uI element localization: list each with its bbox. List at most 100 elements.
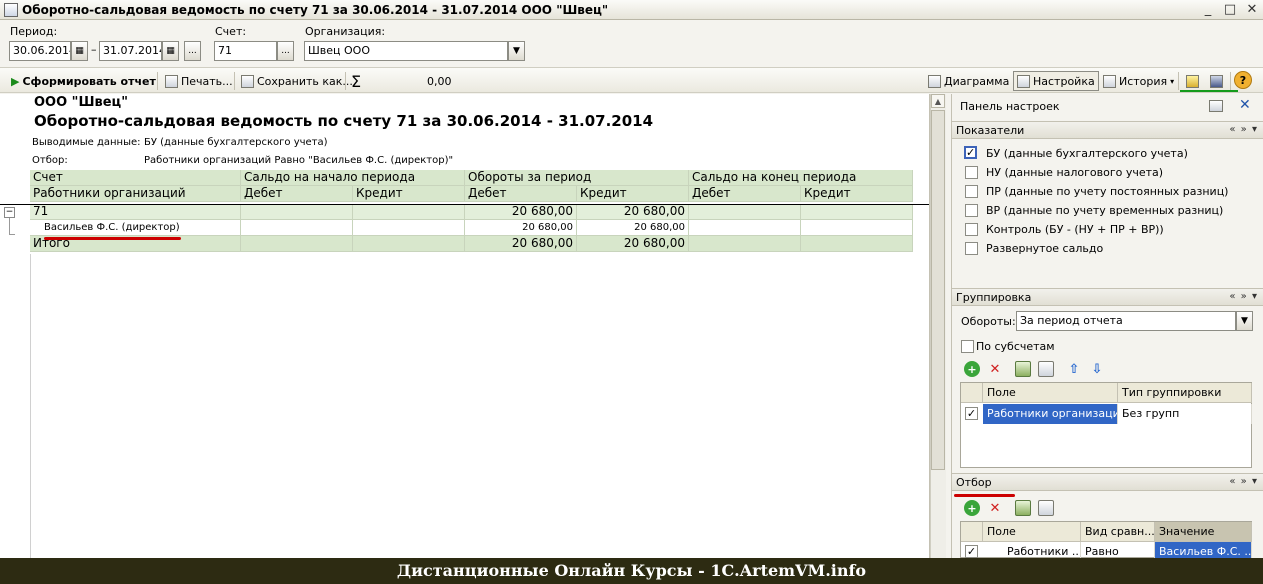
filter-label: Отбор:: [32, 155, 68, 166]
indicator-checkbox-bu[interactable]: ✓: [964, 146, 977, 159]
chevron-down-icon[interactable]: ▼: [508, 41, 525, 61]
organization-field[interactable]: Швец ООО: [304, 41, 508, 61]
delete-icon[interactable]: ✕: [987, 361, 1003, 377]
grouping-row-type[interactable]: Без групп: [1118, 404, 1252, 424]
scroll-up-icon[interactable]: ▲: [931, 94, 945, 108]
grouping-row-field[interactable]: Работники организаций: [983, 404, 1118, 424]
highlight-underline: [44, 237, 181, 240]
save-settings-button[interactable]: [1207, 71, 1226, 91]
check-all-icon[interactable]: [1015, 500, 1031, 516]
period-label: Период:: [10, 25, 58, 38]
header-debit: Дебет: [241, 186, 353, 202]
generate-report-button[interactable]: ▶ Сформировать отчет: [8, 71, 159, 91]
indicator-label: Развернутое сальдо: [986, 242, 1104, 255]
floppy-icon: [241, 74, 254, 88]
total-cell: 20 680,00: [465, 236, 577, 252]
filter-grid: Поле Вид сравн... Значение ✓ Работники .…: [960, 521, 1252, 562]
delete-icon[interactable]: ✕: [987, 500, 1003, 516]
scroll-thumb[interactable]: [931, 110, 945, 470]
account-label: Счет:: [215, 25, 247, 38]
uncheck-all-icon[interactable]: [1038, 500, 1054, 516]
history-icon: [1103, 74, 1116, 88]
load-settings-button[interactable]: [1183, 71, 1202, 91]
account-select-button[interactable]: ...: [277, 41, 294, 61]
report-parameters: Период: 30.06.2014 ▦ – 31.07.2014 ▦ ... …: [0, 21, 1263, 67]
diagram-button[interactable]: Диаграмма: [925, 71, 1012, 91]
total-cell: 20 680,00: [577, 236, 689, 252]
indicator-label: Контроль (БУ - (НУ + ПР + ВР)): [986, 223, 1164, 236]
close-button[interactable]: ✕: [1241, 1, 1263, 19]
history-label: История: [1119, 74, 1168, 88]
report-spreadsheet[interactable]: ООО "Швец" Оборотно-сальдовая ведомость …: [0, 94, 930, 558]
header-debit: Дебет: [689, 186, 801, 202]
chevron-down-icon[interactable]: ▼: [1236, 311, 1253, 331]
indicator-checkbox-control[interactable]: [965, 223, 978, 236]
tree-line: [9, 234, 15, 235]
grid-checkbox-header: [961, 383, 983, 403]
indicator-checkbox-pr[interactable]: [965, 185, 978, 198]
close-icon[interactable]: ✕: [1239, 97, 1251, 113]
indicator-checkbox-vr[interactable]: [965, 204, 978, 217]
total-cell: [689, 236, 801, 252]
window-titlebar: Оборотно-сальдовая ведомость по счету 71…: [0, 0, 1263, 20]
filter-row-checkbox[interactable]: ✓: [965, 545, 978, 558]
filter-header[interactable]: Отбор « » ▾: [952, 473, 1263, 491]
turnover-select[interactable]: За период отчета: [1016, 311, 1236, 331]
grid-header-field: Поле: [983, 522, 1081, 542]
print-button[interactable]: Печать...: [162, 71, 236, 91]
period-select-button[interactable]: ...: [184, 41, 201, 61]
turnover-label: Обороты:: [961, 315, 1016, 328]
calendar-from-icon[interactable]: ▦: [71, 41, 88, 61]
help-icon[interactable]: ?: [1234, 71, 1252, 89]
uncheck-all-icon[interactable]: [1038, 361, 1054, 377]
row-cell: [689, 220, 801, 236]
chart-icon: [928, 74, 941, 88]
move-down-icon[interactable]: ⇩: [1089, 361, 1105, 377]
sum-icon[interactable]: Σ: [348, 71, 364, 91]
grouping-row-checkbox[interactable]: ✓: [965, 407, 978, 420]
diagram-label: Диаграмма: [944, 74, 1010, 88]
section-nav-icon[interactable]: « » ▾: [1229, 291, 1258, 302]
indicator-label: НУ (данные налогового учета): [986, 166, 1164, 179]
minimize-button[interactable]: _: [1197, 1, 1219, 19]
maximize-button[interactable]: □: [1219, 1, 1241, 19]
subaccounts-checkbox[interactable]: [961, 340, 974, 353]
grouping-header[interactable]: Группировка « » ▾: [952, 288, 1263, 306]
history-button[interactable]: История ▾: [1100, 71, 1177, 91]
collapse-icon[interactable]: −: [4, 207, 15, 218]
header-account: Счет: [30, 170, 241, 186]
grid-header-type: Тип группировки: [1118, 383, 1252, 403]
account-field[interactable]: 71: [214, 41, 277, 61]
date-from-field[interactable]: 30.06.2014: [9, 41, 71, 61]
date-to-field[interactable]: 31.07.2014: [99, 41, 162, 61]
print-label: Печать...: [181, 74, 233, 88]
folder-open-icon: [1186, 74, 1199, 88]
highlight-underline: [954, 494, 1015, 497]
save-as-label: Сохранить как...: [257, 74, 353, 88]
calendar-to-icon[interactable]: ▦: [162, 41, 179, 61]
add-icon[interactable]: +: [964, 361, 980, 377]
section-nav-icon[interactable]: « » ▾: [1229, 476, 1258, 487]
vertical-scrollbar[interactable]: ▲: [930, 94, 946, 558]
section-nav-icon[interactable]: « » ▾: [1229, 124, 1258, 135]
printer-icon: [165, 74, 178, 88]
indicators-header[interactable]: Показатели « » ▾: [952, 121, 1263, 139]
grid-header-field: Поле: [983, 383, 1118, 403]
check-all-icon[interactable]: [1015, 361, 1031, 377]
indicator-checkbox-nu[interactable]: [965, 166, 978, 179]
settings-button[interactable]: Настройка: [1013, 71, 1099, 91]
organization-label: Организация:: [305, 25, 386, 38]
panel-layout-icon[interactable]: [1209, 100, 1223, 112]
settings-panel: Панель настроек ✕ Показатели « » ▾ ✓ БУ …: [951, 94, 1263, 562]
indicator-checkbox-expanded[interactable]: [965, 242, 978, 255]
add-icon[interactable]: +: [964, 500, 980, 516]
row-cell: [801, 204, 913, 220]
total-cell: [801, 236, 913, 252]
move-up-icon[interactable]: ⇧: [1066, 361, 1082, 377]
indicator-label: ВР (данные по учету временных разниц): [986, 204, 1224, 217]
report-toolbar: ▶ Сформировать отчет Печать... Сохранить…: [0, 67, 1263, 93]
output-data-value: БУ (данные бухгалтерского учета): [144, 137, 328, 148]
settings-label: Настройка: [1033, 74, 1095, 88]
save-as-button[interactable]: Сохранить как...: [238, 71, 356, 91]
watermark-banner: Дистанционные Онлайн Курсы - 1С.ArtemVM.…: [0, 558, 1263, 584]
